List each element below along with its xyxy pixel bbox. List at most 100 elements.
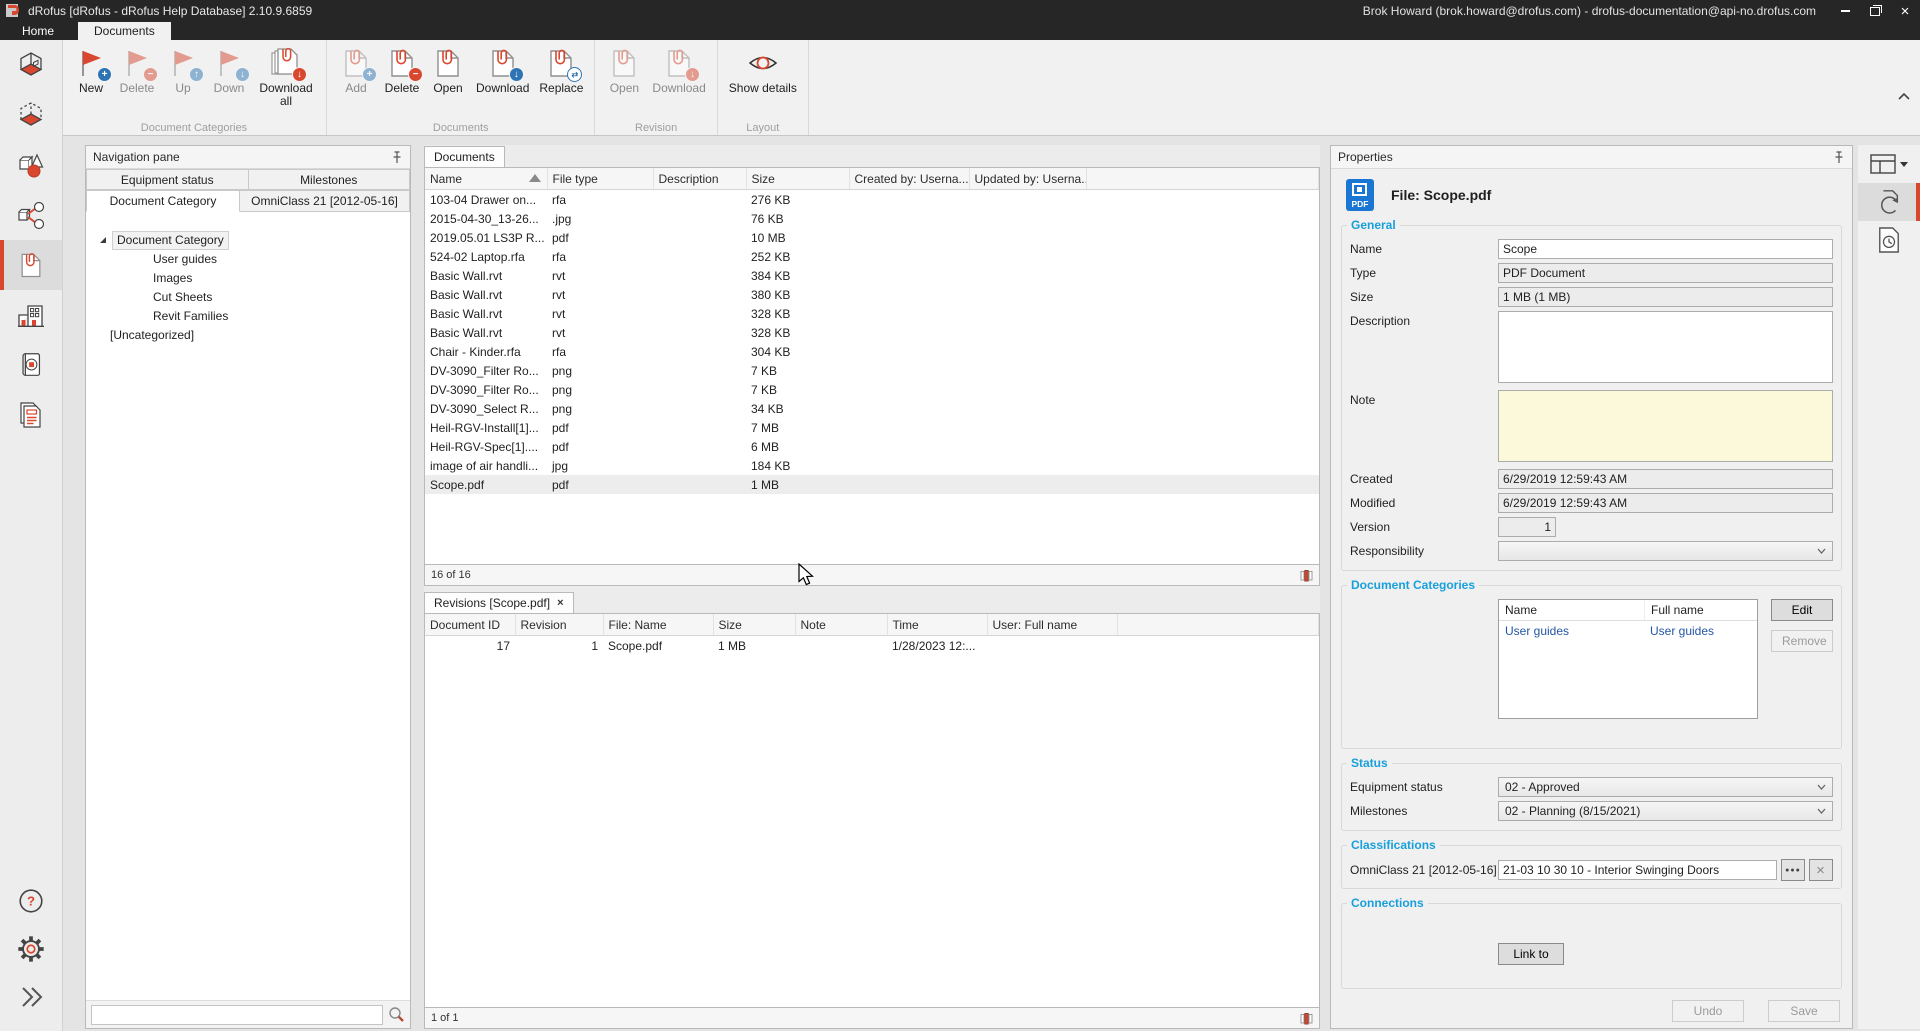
download-all-button[interactable]: Download all (252, 44, 320, 108)
document-row[interactable]: Basic Wall.rvtrvt380 KB (425, 285, 1319, 304)
document-row[interactable]: DV-3090_Select R...png34 KB (425, 399, 1319, 418)
svg-text:?: ? (27, 894, 35, 909)
revision-row[interactable]: 171Scope.pdf1 MB1/28/2023 12:... (425, 636, 1319, 656)
tree-root-row[interactable]: Document Category (86, 230, 410, 250)
name-field[interactable] (1498, 239, 1833, 259)
show-details-button[interactable]: Show details (724, 44, 802, 95)
sidebar-item-documents[interactable] (0, 240, 62, 290)
open-document-button[interactable]: Open (425, 44, 471, 95)
pin-icon[interactable] (391, 151, 403, 164)
column-header-description[interactable]: Description (653, 168, 746, 190)
tab-document-category[interactable]: Document Category (86, 190, 240, 212)
document-row[interactable]: Heil-RGV-Spec[1]....pdf6 MB (425, 437, 1319, 456)
documents-tab[interactable]: Documents (424, 146, 505, 167)
column-header-created-by[interactable]: Created by: Userna... (849, 168, 969, 190)
tab-equipment-status[interactable]: Equipment status (86, 169, 249, 190)
column-header-size[interactable]: Size (746, 168, 849, 190)
document-row[interactable]: 103-04 Drawer on...rfa276 KB (425, 190, 1319, 210)
revisions-panel-button[interactable] (1858, 183, 1920, 221)
revisions-tab[interactable]: Revisions [Scope.pdf] × (424, 592, 574, 613)
description-field[interactable] (1498, 311, 1833, 383)
type-field (1498, 263, 1833, 283)
tree-item-uncategorized[interactable]: [Uncategorized] (86, 326, 410, 345)
document-row[interactable]: 2015-04-30_13-26....jpg76 KB (425, 209, 1319, 228)
equipment-status-select[interactable]: 02 - Approved (1498, 777, 1833, 797)
sidebar-item-item-connections[interactable] (0, 190, 62, 240)
pin-icon[interactable] (1833, 151, 1845, 164)
delete-document-button[interactable]: Delete (379, 44, 425, 95)
help-button[interactable]: ? (0, 877, 62, 925)
column-header-user[interactable]: User: Full name (987, 614, 1117, 636)
note-field[interactable] (1498, 390, 1833, 462)
document-row[interactable]: Basic Wall.rvtrvt328 KB (425, 304, 1319, 323)
omniclass-field[interactable] (1498, 860, 1777, 880)
category-row[interactable]: User guidesUser guides (1499, 621, 1757, 641)
new-category-button[interactable]: New (68, 44, 114, 95)
categories-table-body: User guidesUser guides (1499, 621, 1757, 641)
milestones-select[interactable]: 02 - Planning (8/15/2021) (1498, 801, 1833, 821)
document-row[interactable]: 2019.05.01 LS3P R...pdf10 MB (425, 228, 1319, 247)
column-header-file-type[interactable]: File type (547, 168, 653, 190)
collapse-ribbon-button[interactable] (1898, 92, 1910, 100)
categories-table[interactable]: Name Full name User guidesUser guides (1498, 599, 1758, 719)
expand-sidebar-button[interactable] (0, 973, 62, 1021)
document-row[interactable]: Chair - Kinder.rfarfa304 KB (425, 342, 1319, 361)
svg-text:PDF: PDF (1352, 199, 1369, 209)
document-stack-download-icon (269, 46, 303, 80)
column-header-name[interactable]: Name (425, 168, 547, 190)
sidebar-item-room-templates[interactable] (0, 90, 62, 140)
tree-root-label[interactable]: Document Category (112, 231, 229, 250)
document-row[interactable]: Scope.pdfpdf1 MB (425, 475, 1319, 494)
sidebar-item-product-register[interactable] (0, 340, 62, 390)
records-book-icon[interactable] (1300, 569, 1313, 582)
connections-section: Connections Link to (1341, 903, 1842, 989)
edit-categories-button[interactable]: Edit (1771, 599, 1833, 621)
documents-table-body: 103-04 Drawer on...rfa276 KB2015-04-30_1… (425, 190, 1319, 495)
tab-milestones[interactable]: Milestones (249, 169, 411, 190)
document-row[interactable]: image of air handli...jpg184 KB (425, 456, 1319, 475)
menu-tab-documents[interactable]: Documents (78, 22, 171, 40)
sidebar-item-reports[interactable] (0, 390, 62, 440)
document-plus-icon (339, 46, 373, 80)
tab-omniclass[interactable]: OmniClass 21 [2012-05-16] (240, 190, 410, 212)
restore-button[interactable] (1860, 0, 1890, 22)
history-panel-button[interactable] (1858, 221, 1920, 259)
column-header-note[interactable]: Note (795, 614, 887, 636)
records-book-icon[interactable] (1300, 1012, 1313, 1025)
link-to-button[interactable]: Link to (1498, 943, 1564, 965)
tree-expander-icon[interactable] (99, 236, 107, 244)
tree-item[interactable]: User guides (86, 250, 410, 269)
omniclass-clear-button[interactable]: × (1809, 859, 1833, 881)
document-row[interactable]: Basic Wall.rvtrvt328 KB (425, 323, 1319, 342)
document-row[interactable]: DV-3090_Filter Ro...png7 KB (425, 361, 1319, 380)
close-button[interactable]: × (1890, 0, 1920, 22)
column-header-document-id[interactable]: Document ID (425, 614, 515, 636)
column-header-file-name[interactable]: File: Name (603, 614, 713, 636)
omniclass-browse-button[interactable]: ●●● (1781, 859, 1805, 881)
responsibility-select[interactable] (1498, 541, 1833, 561)
download-document-button[interactable]: Download (471, 44, 534, 95)
column-header-rev-size[interactable]: Size (713, 614, 795, 636)
sidebar-item-items[interactable] (0, 140, 62, 190)
document-row[interactable]: DV-3090_Filter Ro...png7 KB (425, 380, 1319, 399)
tree-item[interactable]: Cut Sheets (86, 288, 410, 307)
minimize-button[interactable] (1830, 0, 1860, 22)
document-row[interactable]: Heil-RGV-Install[1]...pdf7 MB (425, 418, 1319, 437)
document-row[interactable]: 524-02 Laptop.rfarfa252 KB (425, 247, 1319, 266)
replace-document-button[interactable]: Replace (534, 44, 588, 95)
close-revisions-tab-icon[interactable]: × (557, 593, 563, 613)
settings-button[interactable] (0, 925, 62, 973)
menu-tab-home[interactable]: Home (6, 22, 70, 40)
layout-panels-button[interactable] (1858, 145, 1920, 183)
column-header-time[interactable]: Time (887, 614, 987, 636)
sidebar-item-buildings[interactable] (0, 290, 62, 340)
search-icon[interactable] (388, 1006, 405, 1023)
revision-history-icon (1876, 188, 1902, 216)
column-header-revision[interactable]: Revision (515, 614, 603, 636)
column-header-updated-by[interactable]: Updated by: Userna... (969, 168, 1086, 190)
tree-item[interactable]: Images (86, 269, 410, 288)
sidebar-item-rooms[interactable] (0, 40, 62, 90)
document-row[interactable]: Basic Wall.rvtrvt384 KB (425, 266, 1319, 285)
tree-item[interactable]: Revit Families (86, 307, 410, 326)
search-input[interactable] (91, 1005, 383, 1025)
